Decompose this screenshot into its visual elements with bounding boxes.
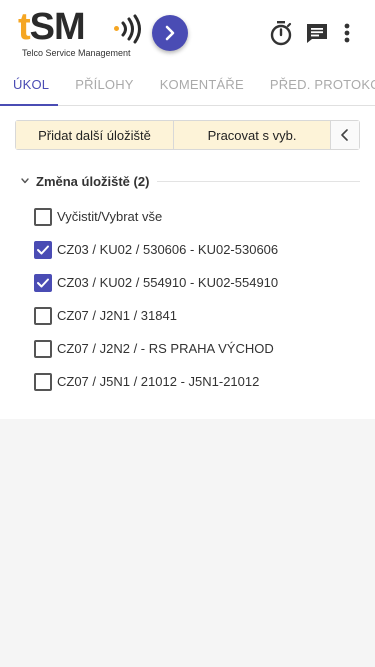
storage-list: Vyčistit/Vybrat vše CZ03 / KU02 / 530606…	[0, 200, 375, 398]
list-item-label: CZ03 / KU02 / 530606 - KU02-530606	[57, 242, 279, 257]
list-item-label: CZ07 / J2N2 / - RS PRAHA VÝCHOD	[57, 341, 274, 356]
action-bar: Přidat další úložiště Pracovat s vyb.	[15, 120, 360, 150]
item-checkbox[interactable]	[34, 372, 52, 391]
work-with-selected-button[interactable]: Pracovat s vyb.	[174, 121, 331, 149]
signal-waves-icon	[121, 14, 141, 44]
more-options-button[interactable]	[334, 20, 360, 46]
list-item[interactable]: CZ03 / KU02 / 554910 - KU02-554910	[0, 266, 375, 299]
logo-tagline: Telco Service Management	[22, 48, 131, 58]
app-header: tSM Telco Service Management	[0, 0, 375, 64]
select-all-row[interactable]: Vyčistit/Vybrat vše	[0, 200, 375, 233]
check-icon	[37, 245, 49, 254]
chevron-right-icon	[165, 25, 175, 41]
more-vert-icon	[344, 23, 350, 43]
tab-komentare[interactable]: KOMENTÁŘE	[147, 64, 257, 105]
chat-icon	[307, 24, 327, 43]
storage-change-group-header[interactable]: Změna úložiště (2)	[20, 171, 360, 191]
list-item-label: Vyčistit/Vybrat vše	[57, 209, 163, 224]
tab-ukol[interactable]: ÚKOL	[0, 64, 62, 105]
group-title: Změna úložiště (2)	[36, 173, 150, 189]
list-item-label: CZ03 / KU02 / 554910 - KU02-554910	[57, 275, 279, 290]
add-storage-button[interactable]: Přidat další úložiště	[16, 121, 174, 149]
logo-wordmark: tSM	[18, 6, 86, 48]
select-all-checkbox[interactable]	[34, 207, 52, 226]
item-checkbox[interactable]	[34, 273, 52, 292]
item-checkbox[interactable]	[34, 240, 52, 259]
forward-button[interactable]	[152, 15, 188, 51]
logo-dot	[114, 26, 119, 31]
list-item-label: CZ07 / J2N1 / 31841	[57, 308, 177, 323]
tab-pred-protokol[interactable]: PŘED. PROTOKOL	[257, 64, 375, 105]
list-item[interactable]: CZ07 / J2N1 / 31841	[0, 299, 375, 332]
task-content: Přidat další úložiště Pracovat s vyb. Zm…	[0, 106, 375, 419]
active-tab-indicator	[0, 104, 58, 106]
collapse-button[interactable]	[331, 121, 359, 149]
tab-prilohy[interactable]: PŘÍLOHY	[62, 64, 146, 105]
tsm-logo: tSM Telco Service Management	[18, 4, 142, 60]
list-item[interactable]: CZ07 / J2N2 / - RS PRAHA VÝCHOD	[0, 332, 375, 365]
item-checkbox[interactable]	[34, 306, 52, 325]
chevron-down-icon	[21, 178, 29, 184]
chevron-left-icon	[341, 129, 348, 141]
timer-button[interactable]	[268, 20, 294, 46]
list-item[interactable]: CZ03 / KU02 / 530606 - KU02-530606	[0, 233, 375, 266]
stopwatch-icon	[270, 21, 292, 46]
comments-button[interactable]	[304, 20, 330, 46]
item-checkbox[interactable]	[34, 339, 52, 358]
divider	[157, 180, 360, 182]
tab-bar: ÚKOL PŘÍLOHY KOMENTÁŘE PŘED. PROTOKOL	[0, 64, 375, 106]
list-item-label: CZ07 / J5N1 / 21012 - J5N1-21012	[57, 374, 260, 389]
app: tSM Telco Service Management ÚKOL PŘÍLOH…	[0, 0, 375, 667]
list-item[interactable]: CZ07 / J5N1 / 21012 - J5N1-21012	[0, 365, 375, 398]
check-icon	[37, 278, 49, 287]
